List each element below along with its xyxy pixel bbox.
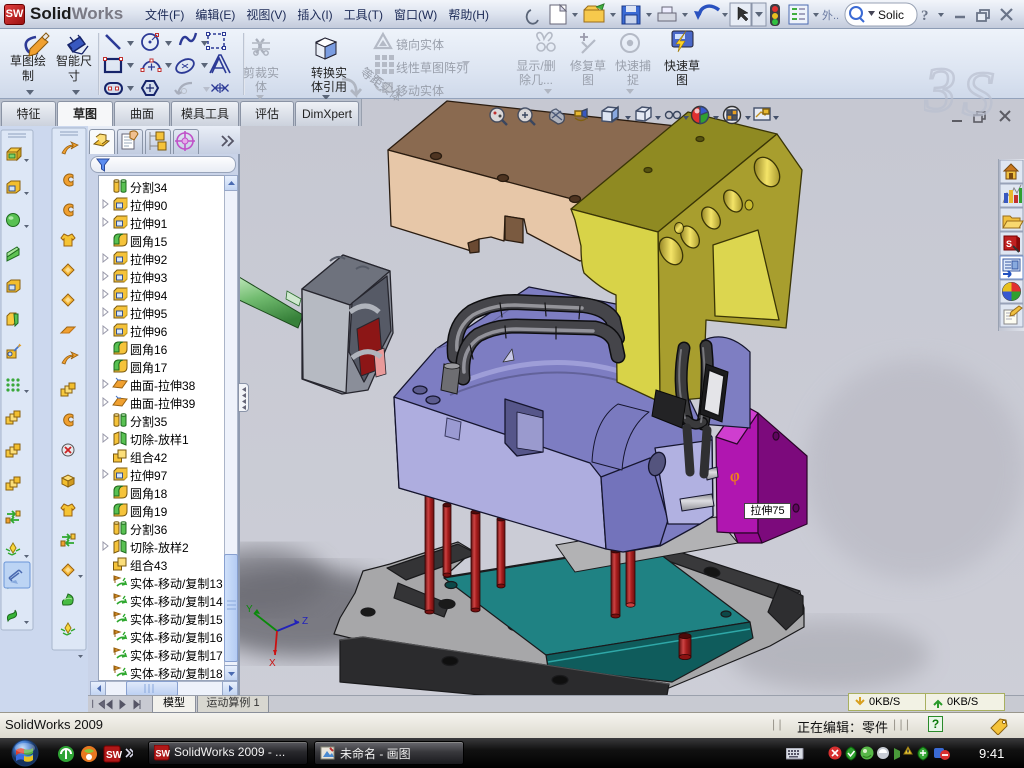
svg-text:SW: SW bbox=[106, 750, 123, 761]
svg-text:Z: Z bbox=[302, 616, 308, 627]
svg-text:X: X bbox=[269, 658, 276, 669]
svg-text:外..: 外.. bbox=[822, 9, 839, 22]
svg-text:S: S bbox=[1006, 239, 1012, 249]
svg-text:SW: SW bbox=[156, 749, 171, 759]
svg-text:Solic: Solic bbox=[878, 8, 904, 22]
svg-text:?: ? bbox=[921, 8, 929, 24]
svg-text:Y: Y bbox=[246, 604, 253, 615]
